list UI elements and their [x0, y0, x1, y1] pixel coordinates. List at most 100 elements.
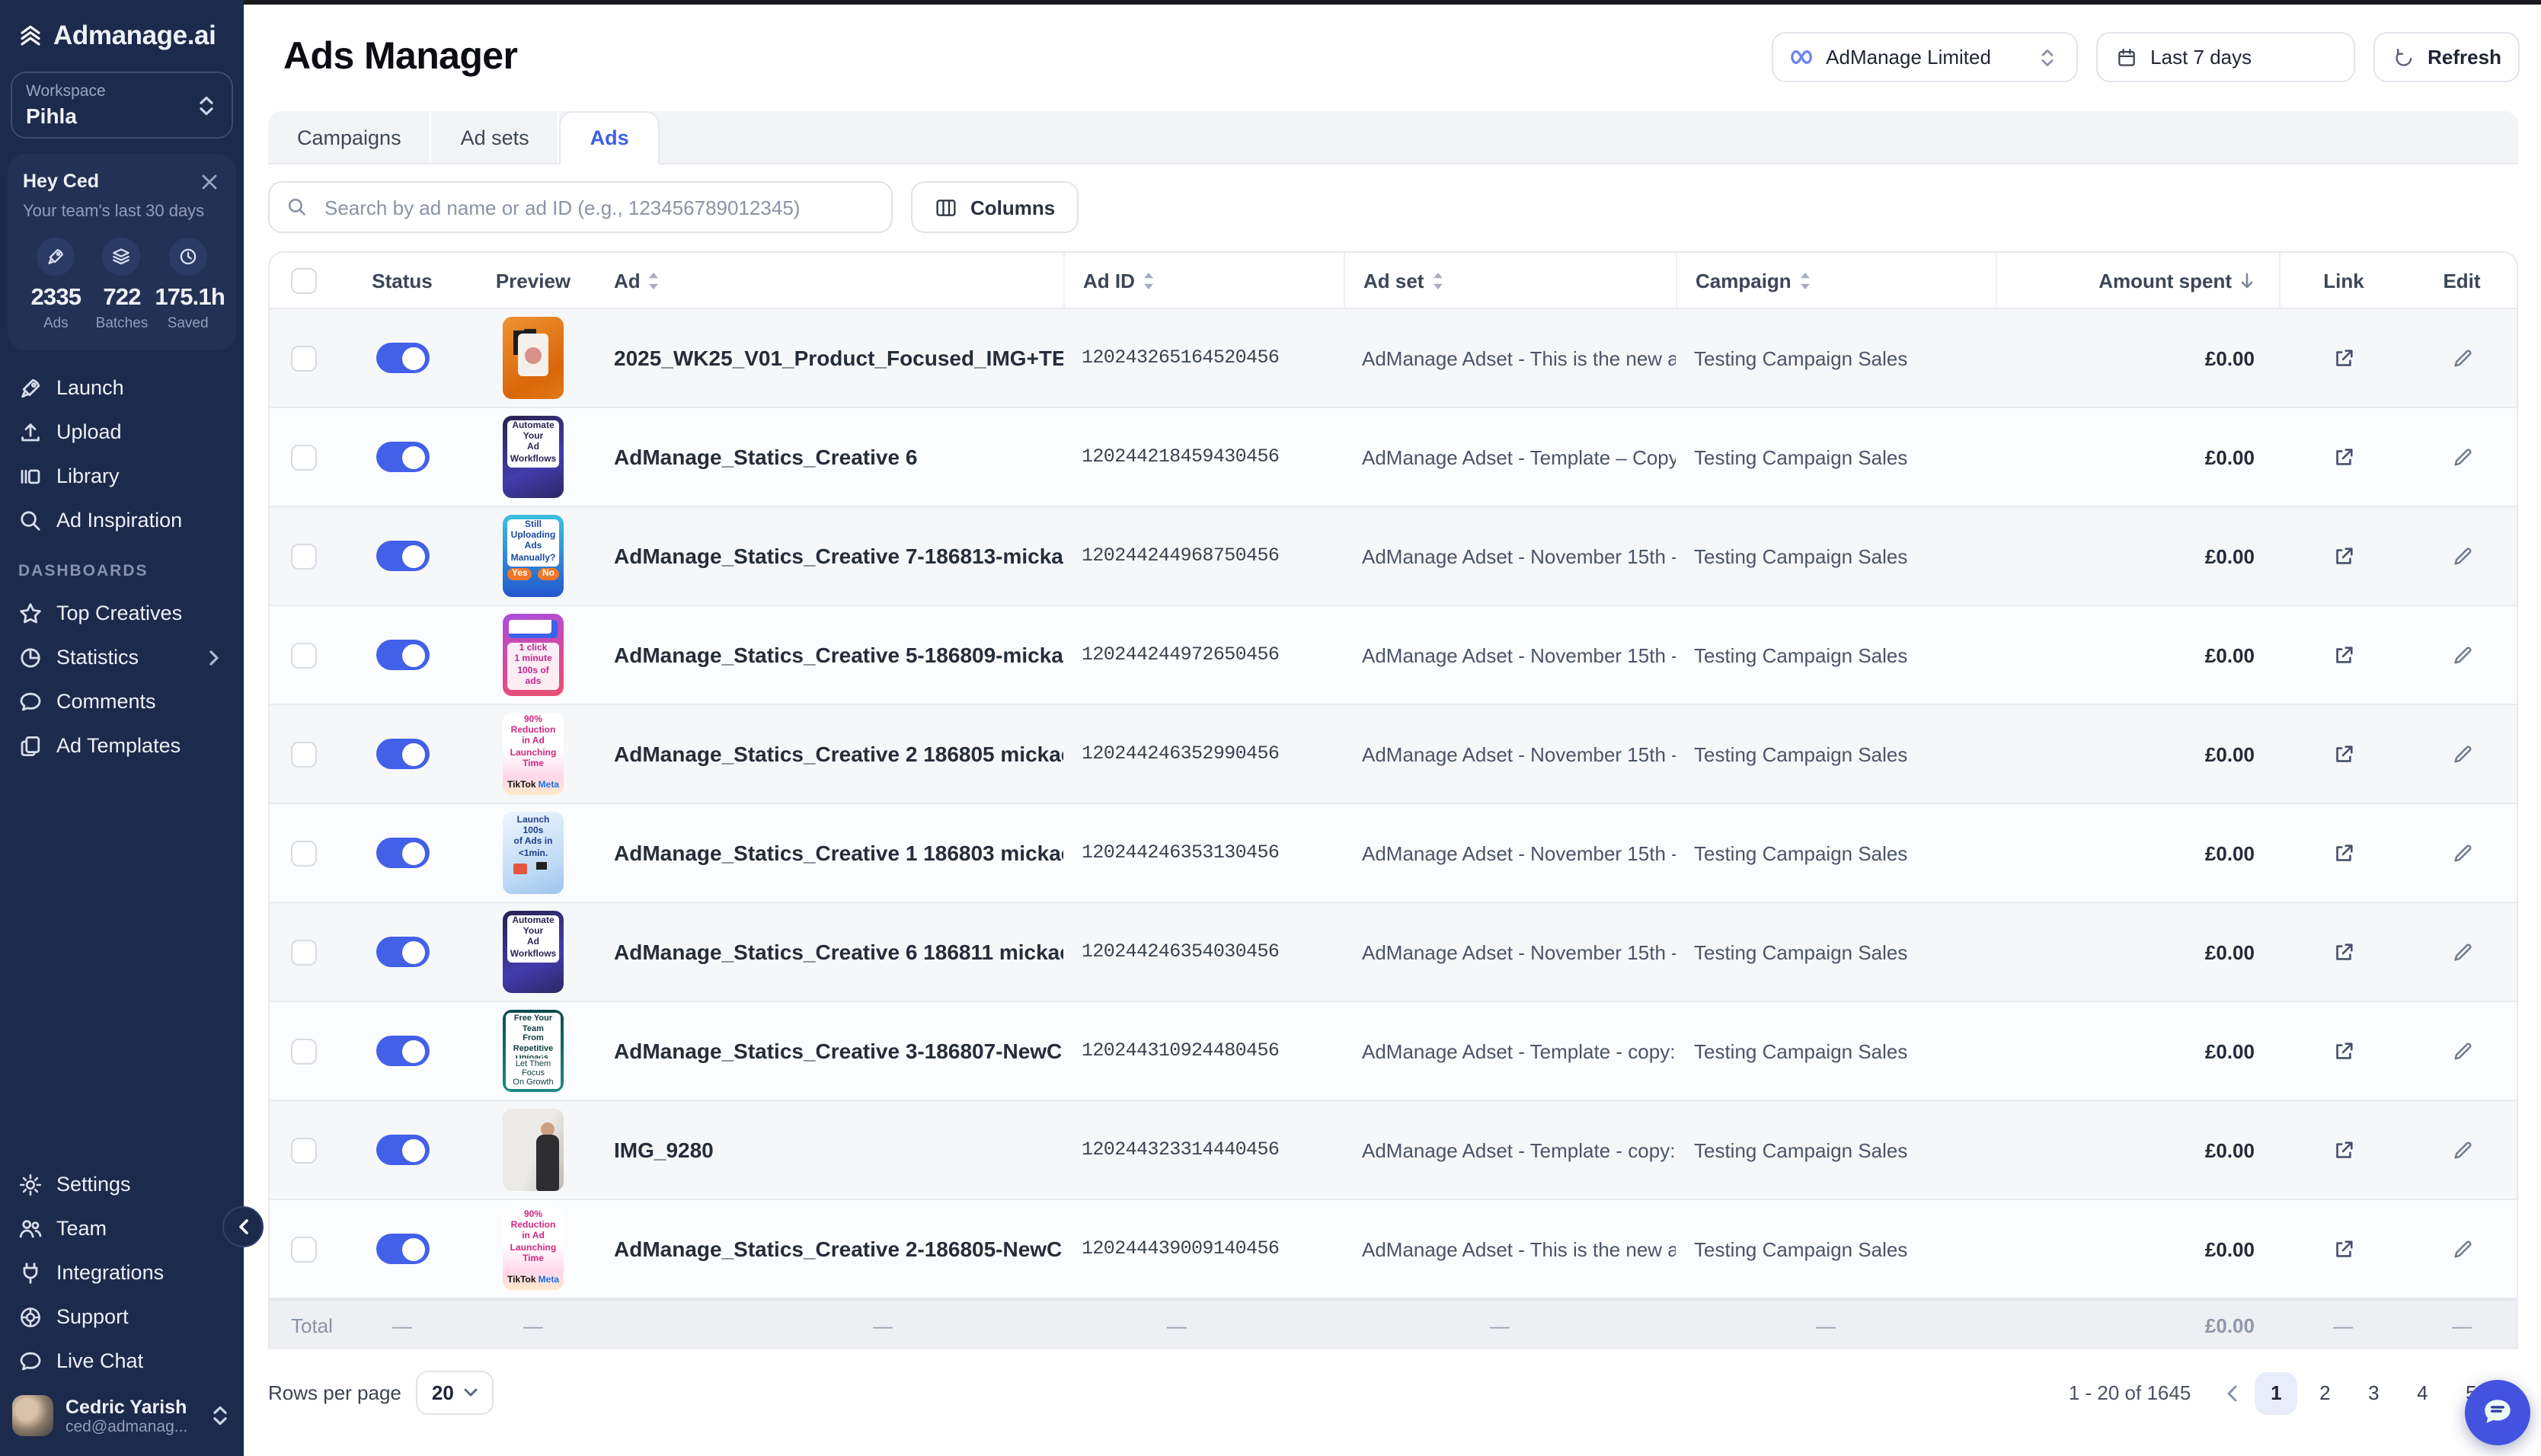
external-link-icon[interactable] — [2332, 1039, 2354, 1062]
column-header-amount-spent[interactable]: Amount spent — [1996, 253, 2279, 308]
refresh-button[interactable]: Refresh — [2373, 32, 2520, 82]
edit-pencil-icon[interactable] — [2450, 544, 2473, 567]
external-link-icon[interactable] — [2332, 1237, 2354, 1260]
rows-per-page-select[interactable]: 20 — [417, 1371, 494, 1415]
page-button-3[interactable]: 3 — [2352, 1371, 2395, 1414]
sidebar-item-comments[interactable]: Comments — [9, 679, 235, 723]
page-button-1[interactable]: 1 — [2255, 1371, 2297, 1414]
ad-name[interactable]: AdManage_Statics_Creative 7-186813-micka… — [614, 544, 1063, 568]
page-button-4[interactable]: 4 — [2401, 1371, 2444, 1414]
sidebar-item-integrations[interactable]: Integrations — [9, 1250, 235, 1295]
ad-name[interactable]: AdManage_Statics_Creative 2-186805-NewCr… — [614, 1237, 1063, 1261]
tab-ad-sets[interactable]: Ad sets — [432, 111, 560, 163]
edit-pencil-icon[interactable] — [2450, 1138, 2473, 1161]
sidebar-item-settings[interactable]: Settings — [9, 1162, 235, 1206]
external-link-icon[interactable] — [2332, 445, 2354, 468]
ad-preview-thumbnail[interactable]: Automate Your Ad Workflows — [503, 416, 564, 498]
column-header-ad[interactable]: Ad — [599, 253, 1063, 308]
edit-pencil-icon[interactable] — [2450, 841, 2473, 864]
status-toggle[interactable] — [376, 838, 429, 868]
status-toggle[interactable] — [376, 541, 429, 571]
sidebar-item-live-chat[interactable]: Live Chat — [9, 1339, 235, 1383]
row-checkbox[interactable] — [291, 1236, 317, 1262]
status-toggle[interactable] — [376, 937, 429, 967]
row-checkbox[interactable] — [291, 444, 317, 470]
tab-campaigns[interactable]: Campaigns — [268, 111, 432, 163]
sidebar-item-statistics[interactable]: Statistics — [9, 635, 235, 679]
ad-preview-thumbnail[interactable]: Free Your Team From Repetitive Uploads.A… — [503, 1010, 564, 1092]
status-toggle[interactable] — [376, 442, 429, 472]
sidebar-item-team[interactable]: Team — [9, 1206, 235, 1250]
tab-ads[interactable]: Ads — [560, 111, 660, 164]
logo[interactable]: Admanage.ai — [0, 0, 244, 65]
external-link-icon[interactable] — [2332, 940, 2354, 963]
row-checkbox[interactable] — [291, 543, 317, 569]
ad-preview-thumbnail[interactable]: Automate Your Ad Workflows — [503, 911, 564, 993]
search-input[interactable] — [321, 194, 876, 220]
ad-preview-thumbnail[interactable]: 90% Reduction in Ad Launching TimeTikTok… — [503, 713, 564, 795]
column-header-ad-id[interactable]: Ad ID — [1063, 253, 1344, 308]
status-toggle[interactable] — [376, 1135, 429, 1165]
ad-preview-thumbnail[interactable]: Still Uploading Ads Manually?YesNo — [503, 515, 564, 597]
ad-name[interactable]: AdManage_Statics_Creative 1 186803 micka… — [614, 841, 1063, 865]
workspace-selector[interactable]: Workspace Pihla — [11, 72, 233, 139]
external-link-icon[interactable] — [2332, 643, 2354, 666]
row-checkbox[interactable] — [291, 1137, 317, 1163]
edit-pencil-icon[interactable] — [2450, 445, 2473, 468]
edit-pencil-icon[interactable] — [2450, 1237, 2473, 1260]
columns-button[interactable]: Columns — [911, 181, 1078, 233]
edit-pencil-icon[interactable] — [2450, 940, 2473, 963]
ad-preview-thumbnail[interactable]: 90% Reduction in Ad Launching TimeTikTok… — [503, 1208, 564, 1290]
sidebar-item-library[interactable]: Library — [9, 454, 235, 498]
date-range-picker[interactable]: Last 7 days — [2095, 32, 2354, 82]
ad-name[interactable]: 2025_WK25_V01_Product_Focused_IMG+TEXT_C — [614, 346, 1063, 370]
sidebar-item-top-creatives[interactable]: Top Creatives — [9, 591, 235, 635]
status-toggle[interactable] — [376, 640, 429, 670]
sidebar-item-upload[interactable]: Upload — [9, 410, 235, 454]
close-icon[interactable] — [197, 169, 221, 193]
row-checkbox[interactable] — [291, 642, 317, 668]
ad-name[interactable]: AdManage_Statics_Creative 2 186805 micka… — [614, 742, 1063, 766]
ad-name[interactable]: AdManage_Statics_Creative 6 186811 micka… — [614, 940, 1063, 964]
sort-icon — [648, 272, 660, 289]
status-toggle[interactable] — [376, 343, 429, 373]
ad-preview-thumbnail[interactable] — [503, 1109, 564, 1191]
external-link-icon[interactable] — [2332, 841, 2354, 864]
ad-name[interactable]: AdManage_Statics_Creative 3-186807-NewCr… — [614, 1039, 1063, 1063]
page-button-2[interactable]: 2 — [2303, 1371, 2346, 1414]
sidebar-item-launch[interactable]: Launch — [9, 366, 235, 410]
row-checkbox[interactable] — [291, 345, 317, 371]
column-header-campaign[interactable]: Campaign — [1676, 253, 1996, 308]
row-checkbox[interactable] — [291, 1038, 317, 1064]
account-selector[interactable]: AdManage Limited — [1771, 32, 2077, 82]
ad-name[interactable]: IMG_9280 — [614, 1138, 714, 1162]
edit-pencil-icon[interactable] — [2450, 643, 2473, 666]
external-link-icon[interactable] — [2332, 544, 2354, 567]
select-all-checkbox[interactable] — [291, 267, 317, 293]
external-link-icon[interactable] — [2332, 1138, 2354, 1161]
ad-preview-thumbnail[interactable]: Launch 100s of Ads in <1min. — [503, 812, 564, 894]
status-toggle[interactable] — [376, 739, 429, 769]
ad-preview-thumbnail[interactable] — [503, 317, 564, 399]
sidebar-item-ad-inspiration[interactable]: Ad Inspiration — [9, 498, 235, 542]
row-checkbox[interactable] — [291, 840, 317, 866]
row-checkbox[interactable] — [291, 939, 317, 965]
external-link-icon[interactable] — [2332, 742, 2354, 765]
status-toggle[interactable] — [376, 1234, 429, 1264]
user-menu[interactable]: Cedric Yarish ced@admanag... — [0, 1383, 244, 1456]
edit-pencil-icon[interactable] — [2450, 742, 2473, 765]
edit-pencil-icon[interactable] — [2450, 1039, 2473, 1062]
live-chat-fab[interactable] — [2465, 1380, 2530, 1445]
sidebar-item-support[interactable]: Support — [9, 1295, 235, 1339]
ad-preview-thumbnail[interactable]: 1 click 1 minute 100s of ads — [503, 614, 564, 696]
status-toggle[interactable] — [376, 1036, 429, 1066]
previous-page-button[interactable] — [2215, 1384, 2249, 1402]
external-link-icon[interactable] — [2332, 346, 2354, 369]
ad-name[interactable]: AdManage_Statics_Creative 6 — [614, 445, 917, 469]
ad-name[interactable]: AdManage_Statics_Creative 5-186809-micka… — [614, 643, 1063, 667]
column-header-ad-set[interactable]: Ad set — [1344, 253, 1676, 308]
sidebar-collapse-button[interactable] — [222, 1206, 264, 1247]
sidebar-item-ad-templates[interactable]: Ad Templates — [9, 723, 235, 768]
edit-pencil-icon[interactable] — [2450, 346, 2473, 369]
row-checkbox[interactable] — [291, 741, 317, 767]
